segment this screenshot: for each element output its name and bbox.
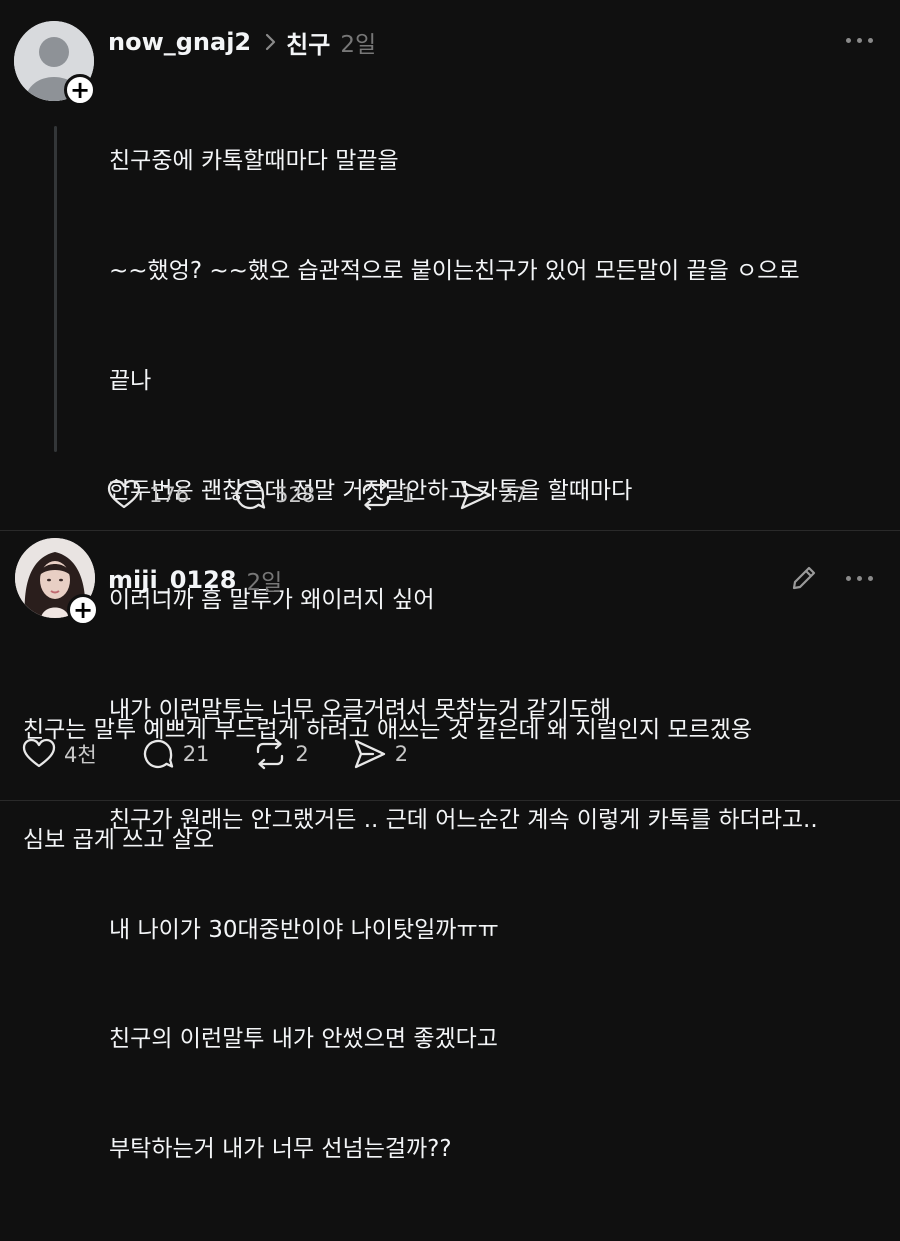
comment-count: 21: [182, 742, 210, 766]
pencil-icon[interactable]: [790, 564, 818, 596]
heart-icon: [107, 479, 141, 509]
repost-button[interactable]: 1: [359, 478, 415, 512]
post-header: now_gnaj2 친구 2일: [108, 24, 376, 60]
share-button[interactable]: 27: [459, 479, 528, 511]
repost-button[interactable]: 2: [253, 737, 309, 771]
chevron-right-icon: [265, 33, 276, 51]
post-line: 심보 곱게 쓰고 살오: [23, 826, 215, 853]
post-line: 부탁하는거 내가 너무 선넘는걸까??: [109, 1136, 452, 1163]
username[interactable]: now_gnaj2: [108, 28, 251, 56]
comment-bubble-icon: [143, 739, 173, 769]
post-line: ~~했엉? ~~했오 습관적으로 붙이는친구가 있어 모든말이 끝을 ㅇ으로: [109, 257, 800, 284]
thread-post-1: + now_gnaj2 친구 2일 친구중에 카톡할때마다 말끝을 ~~했엉? …: [0, 0, 900, 1162]
bottom-divider: [0, 800, 900, 801]
repost-count: 1: [401, 483, 415, 507]
like-button[interactable]: 176: [107, 479, 189, 511]
topic-tag[interactable]: 친구: [286, 25, 330, 60]
like-count: 176: [149, 483, 190, 507]
author-avatar-container[interactable]: +: [14, 21, 96, 106]
comment-count: 528: [275, 483, 316, 507]
thread-connector-line: [54, 126, 57, 452]
like-count: 4천: [64, 743, 97, 767]
like-button[interactable]: 4천: [22, 738, 97, 770]
share-count: 2: [394, 742, 409, 766]
send-icon: [354, 739, 385, 769]
more-dots-icon[interactable]: [846, 38, 873, 43]
heart-icon: [22, 738, 56, 768]
post-header: miji_0128 2일: [108, 562, 282, 598]
repost-count: 2: [295, 742, 309, 766]
share-button[interactable]: 2: [353, 738, 408, 770]
post-line: 끝나: [109, 367, 152, 394]
follow-plus-button[interactable]: +: [67, 594, 99, 626]
share-count: 27: [500, 483, 528, 507]
username[interactable]: miji_0128: [108, 566, 236, 594]
send-icon: [460, 480, 491, 510]
repost-icon: [363, 479, 390, 511]
repost-icon: [257, 738, 284, 770]
author-avatar-container[interactable]: +: [15, 538, 99, 626]
post-actions: 176 528 1 27: [107, 478, 571, 512]
comment-button[interactable]: 528: [233, 478, 315, 512]
post-time: 2일: [340, 32, 377, 58]
comment-button[interactable]: 21: [141, 737, 210, 771]
post-time: 2일: [246, 570, 283, 596]
post-line: 친구중에 카톡할때마다 말끝을: [109, 148, 399, 175]
comment-bubble-icon: [235, 480, 266, 510]
post-actions: 4천 21 2 2: [22, 737, 452, 771]
thread-post-2: + miji_0128 2일 친구는 말투 예쁘게 부드럽게 하려고 애쓰는 것…: [0, 531, 900, 853]
post-body: 친구는 말투 예쁘게 부드럽게 하려고 애쓰는 것 같은데 왜 지럴인지 모르겠…: [23, 639, 752, 932]
follow-plus-button[interactable]: +: [64, 74, 96, 106]
post-line: 친구의 이런말투 내가 안썼으면 좋겠다고: [109, 1026, 498, 1053]
more-dots-icon[interactable]: [846, 576, 873, 581]
